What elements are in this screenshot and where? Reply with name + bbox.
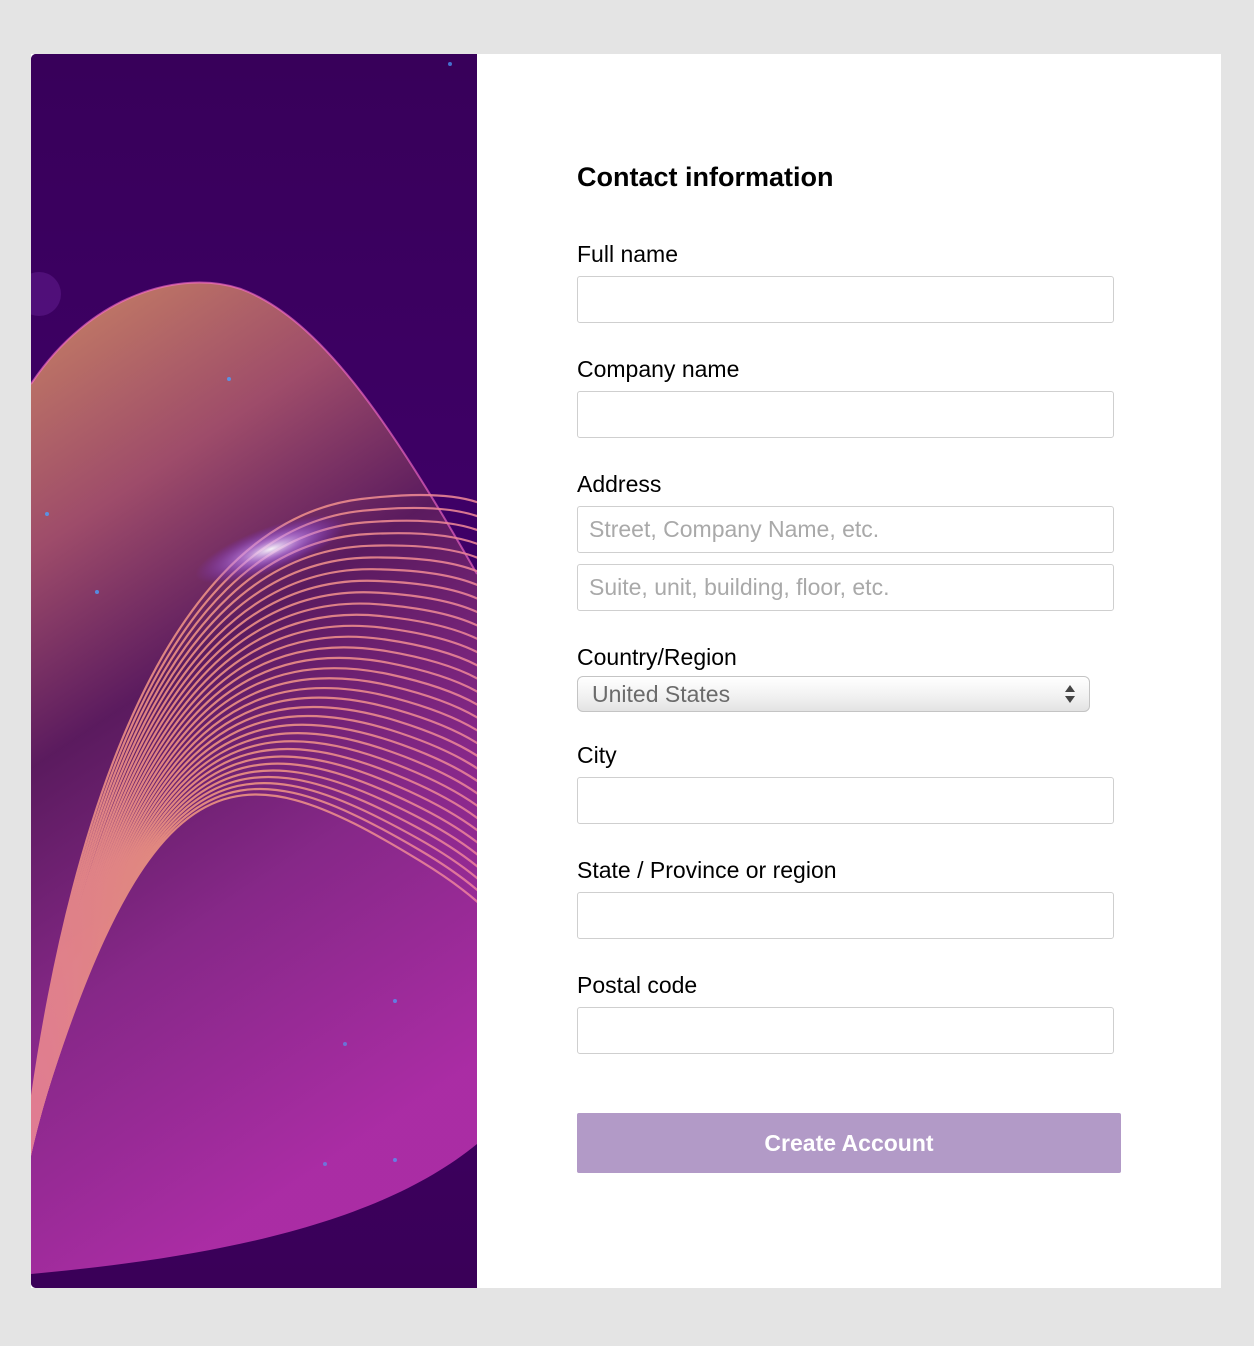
select-updown-arrows-icon [1065,685,1075,703]
create-account-button[interactable]: Create Account [577,1113,1121,1173]
postal-code-label: Postal code [577,972,698,998]
country-selected-value: United States [592,681,731,707]
postal-code-input[interactable] [577,1007,1114,1054]
full-name-input[interactable] [577,276,1114,323]
state-label: State / Province or region [577,857,837,883]
signup-card: Contact information Full name Company na… [31,54,1221,1288]
state-input[interactable] [577,892,1114,939]
country-label: Country/Region [577,644,737,670]
country-select[interactable]: United States [577,676,1090,712]
decorative-wave-artwork [31,54,477,1288]
company-name-label: Company name [577,356,740,382]
form-heading: Contact information [577,162,834,192]
city-input[interactable] [577,777,1114,824]
company-name-input[interactable] [577,391,1114,438]
city-label: City [577,742,617,768]
address-label: Address [577,471,662,497]
full-name-label: Full name [577,241,678,267]
address-line2-input[interactable] [577,564,1114,611]
address-line1-input[interactable] [577,506,1114,553]
contact-form: Contact information Full name Company na… [577,54,1137,1288]
